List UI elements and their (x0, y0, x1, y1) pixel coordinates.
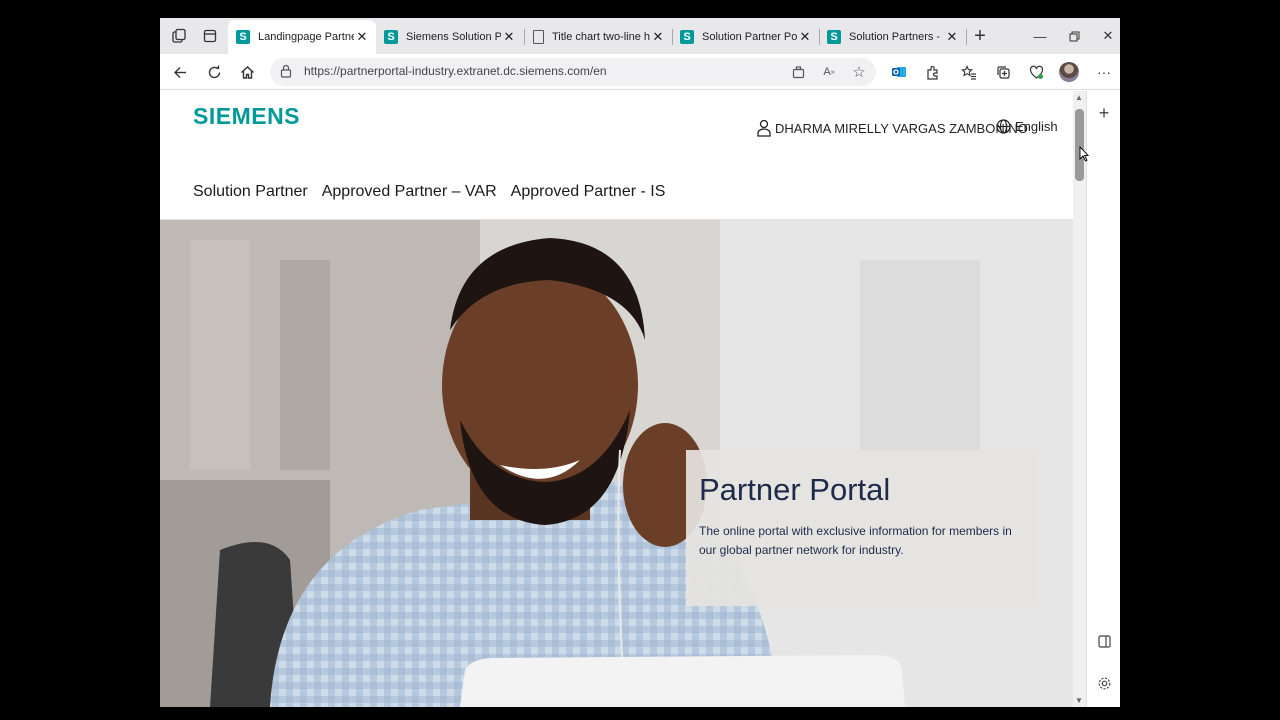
new-tab-icon[interactable]: + (968, 24, 992, 48)
main-nav: Solution Partner Approved Partner – VAR … (193, 183, 665, 201)
browser-essentials-icon[interactable] (1024, 60, 1048, 84)
favorite-star-icon[interactable]: ☆ (848, 61, 870, 83)
tab-strip: S Landingpage Partner Portal ✕ S Siemens… (160, 18, 1120, 54)
outlook-icon[interactable]: O (887, 60, 911, 84)
close-tab-icon[interactable]: ✕ (944, 29, 960, 45)
favorites-icon[interactable] (957, 60, 981, 84)
globe-icon (996, 119, 1011, 134)
close-tab-icon[interactable]: ✕ (650, 29, 666, 45)
refresh-icon[interactable] (202, 60, 226, 84)
tab-solution-partners[interactable]: S Solution Partners - Partner ✕ (819, 20, 966, 54)
home-icon[interactable] (235, 60, 259, 84)
user-name: DHARMA MIRELLY VARGAS ZAMBONINO (775, 120, 1028, 136)
nav-approved-partner-is[interactable]: Approved Partner - IS (511, 183, 666, 201)
siemens-logo[interactable]: SIEMENS (193, 103, 300, 130)
close-window-icon[interactable]: ✕ (1093, 24, 1120, 48)
document-favicon-icon (533, 30, 544, 44)
tab-landingpage[interactable]: S Landingpage Partner Portal ✕ (228, 20, 376, 54)
page-scrollbar[interactable]: ▲ ▼ (1073, 91, 1086, 707)
scrollbar-thumb[interactable] (1075, 109, 1084, 181)
scroll-up-icon[interactable]: ▲ (1075, 93, 1083, 102)
siemens-favicon-icon: S (236, 30, 250, 44)
user-menu[interactable]: DHARMA MIRELLY VARGAS ZAMBONINO (757, 119, 1028, 137)
nav-approved-partner-var[interactable]: Approved Partner – VAR (322, 183, 497, 201)
tab-title: Landingpage Partner Portal (258, 31, 354, 43)
app-available-icon[interactable] (787, 61, 809, 83)
siemens-favicon-icon: S (680, 30, 694, 44)
lock-icon[interactable] (280, 64, 292, 83)
hero-title: Partner Portal (699, 472, 891, 507)
tab-solution-partner-portal[interactable]: S Solution Partner Portal – ✕ (672, 20, 819, 54)
tab-divider (966, 29, 967, 45)
nav-solution-partner[interactable]: Solution Partner (193, 183, 308, 201)
tab-title: Title chart two-line header (552, 31, 650, 43)
hero-description: The online portal with exclusive informa… (699, 524, 1012, 557)
collections-icon[interactable] (991, 60, 1015, 84)
language-selector[interactable]: English (996, 119, 1058, 134)
workspaces-icon[interactable] (167, 24, 191, 48)
siemens-favicon-icon: S (384, 30, 398, 44)
url-text[interactable]: https://partnerportal-industry.extranet.… (304, 64, 607, 78)
back-icon[interactable] (168, 60, 192, 84)
mouse-cursor-icon (1079, 146, 1089, 162)
browser-window: S Landingpage Partner Portal ✕ S Siemens… (160, 18, 1120, 707)
page-viewport: SIEMENS DHARMA MIRELLY VARGAS ZAMBONINO … (160, 91, 1073, 707)
scroll-down-icon[interactable]: ▼ (1075, 696, 1083, 705)
edge-sidebar: + (1086, 91, 1120, 707)
tab-title: Solution Partner Portal – (702, 31, 797, 43)
address-bar[interactable]: https://partnerportal-industry.extranet.… (270, 58, 876, 86)
tab-title: Siemens Solution Partner (406, 31, 501, 43)
tab-actions-icon[interactable] (198, 24, 222, 48)
hero-card: Partner Portal The online portal with ex… (686, 450, 1038, 606)
restore-icon[interactable] (1059, 24, 1089, 48)
hero-banner: Partner Portal The online portal with ex… (160, 220, 1073, 707)
tab-title-chart[interactable]: Title chart two-line header ✕ (525, 20, 672, 54)
language-label: English (1015, 119, 1058, 134)
settings-gear-icon[interactable] (1092, 671, 1116, 695)
svg-text:O: O (893, 69, 899, 77)
close-tab-icon[interactable]: ✕ (797, 29, 813, 45)
minimize-icon[interactable]: — (1025, 24, 1055, 48)
siemens-favicon-icon: S (827, 30, 841, 44)
hide-sidebar-icon[interactable] (1092, 629, 1116, 653)
user-icon (757, 119, 771, 137)
add-sidebar-icon[interactable]: + (1092, 101, 1116, 125)
read-aloud-icon[interactable]: A» (818, 61, 840, 83)
tab-title: Solution Partners - Partner (849, 31, 944, 43)
profile-avatar[interactable] (1057, 60, 1081, 84)
address-toolbar: https://partnerportal-industry.extranet.… (160, 54, 1120, 90)
tab-siemens-solution-partner[interactable]: S Siemens Solution Partner ✕ (376, 20, 523, 54)
close-tab-icon[interactable]: ✕ (354, 29, 370, 45)
extensions-icon[interactable] (920, 60, 944, 84)
close-tab-icon[interactable]: ✕ (501, 29, 517, 45)
more-options-icon[interactable]: ··· (1092, 60, 1116, 84)
